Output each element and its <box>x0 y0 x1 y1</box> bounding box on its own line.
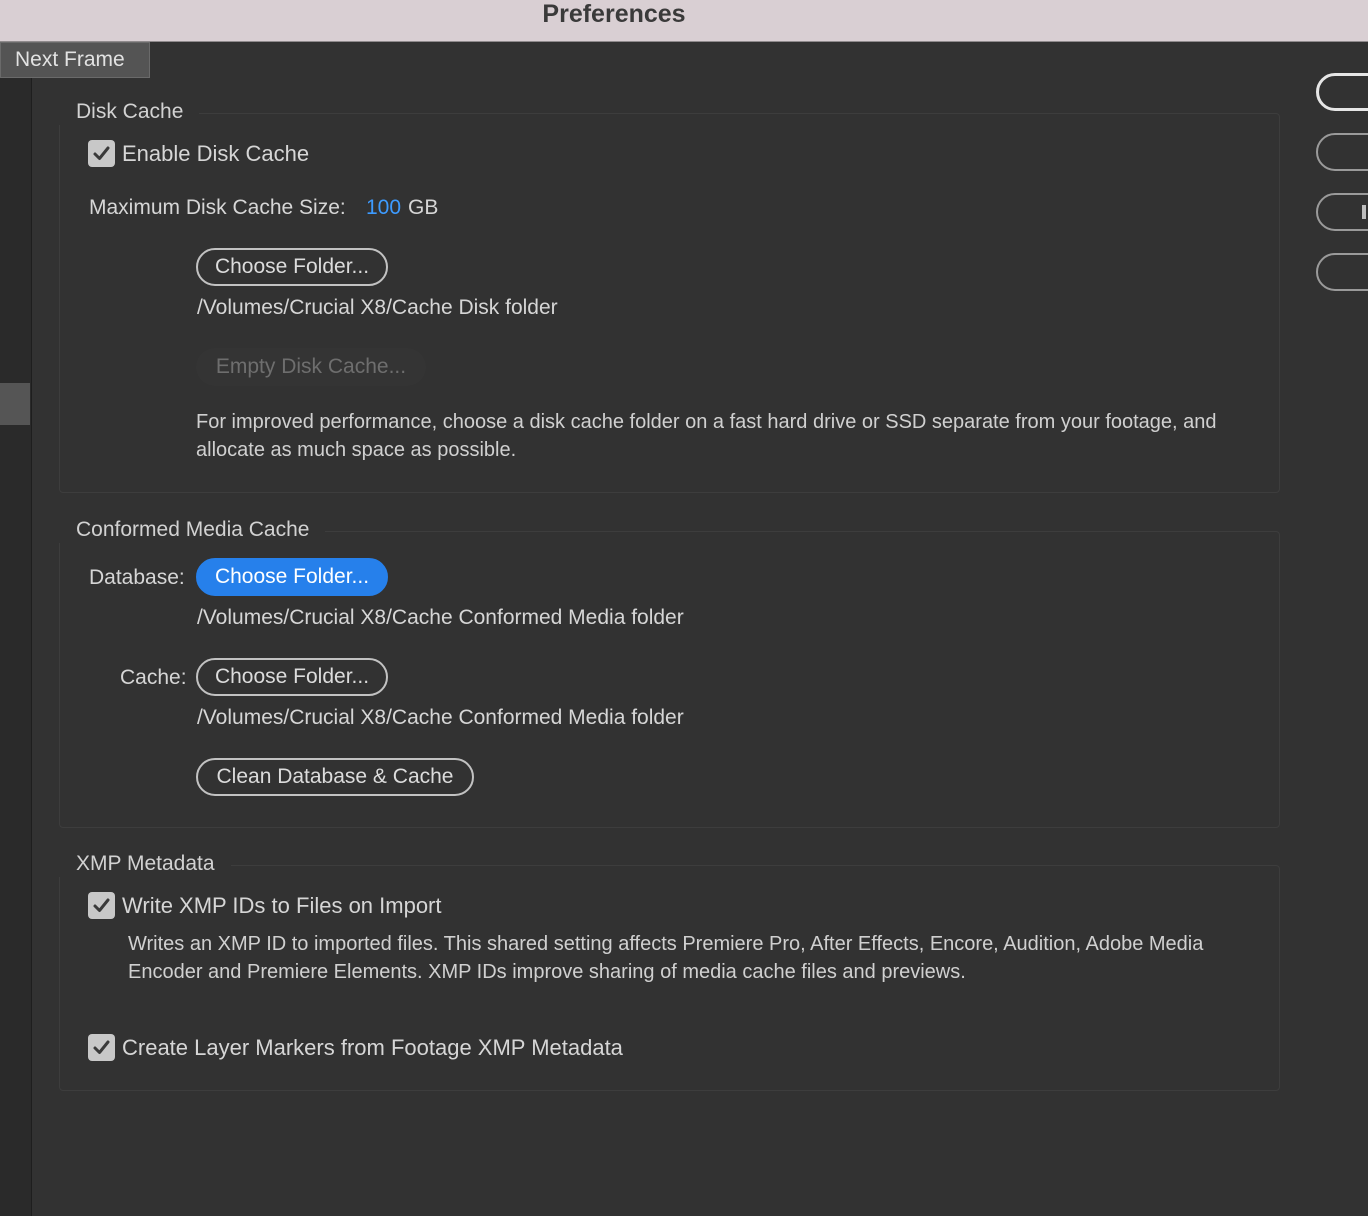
checkmark-icon <box>93 898 110 912</box>
disk-cache-help-line-2: allocate as much space as possible. <box>196 439 517 461</box>
tooltip: Next Frame <box>0 42 150 78</box>
max-disk-cache-size-label: Maximum Disk Cache Size: <box>89 196 346 219</box>
cache-choose-folder-button[interactable]: Choose Folder... <box>196 658 388 696</box>
create-layer-markers-label[interactable]: Create Layer Markers from Footage XMP Me… <box>122 1035 623 1061</box>
cancel-button[interactable] <box>1316 133 1368 171</box>
enable-disk-cache-checkbox[interactable] <box>88 140 115 167</box>
database-choose-folder-button[interactable]: Choose Folder... <box>196 558 388 596</box>
previous-button-glyph <box>1362 205 1366 219</box>
database-folder-path: /Volumes/Crucial X8/Cache Conformed Medi… <box>197 606 684 629</box>
conformed-media-cache-section-label: Conformed Media Cache <box>59 517 326 543</box>
category-sidebar[interactable] <box>0 42 32 1216</box>
write-xmp-ids-label[interactable]: Write XMP IDs to Files on Import <box>122 893 442 919</box>
title-bar: Preferences <box>0 0 1368 42</box>
write-xmp-ids-checkbox[interactable] <box>88 892 115 919</box>
disk-cache-help-line-1: For improved performance, choose a disk … <box>196 411 1217 433</box>
max-disk-cache-size-unit: GB <box>408 196 439 219</box>
write-xmp-ids-desc-line-2: Encoder and Premiere Elements. XMP IDs i… <box>128 961 966 983</box>
window-title: Preferences <box>542 0 686 28</box>
write-xmp-ids-desc-line-1: Writes an XMP ID to imported files. This… <box>128 933 1204 955</box>
disk-cache-section-label: Disk Cache <box>59 99 200 125</box>
checkmark-icon <box>93 1040 110 1054</box>
next-button[interactable] <box>1316 253 1368 291</box>
clean-database-cache-button[interactable]: Clean Database & Cache <box>196 758 474 796</box>
database-label: Database: <box>89 566 185 589</box>
disk-cache-folder-path: /Volumes/Crucial X8/Cache Disk folder <box>197 296 558 319</box>
empty-disk-cache-button[interactable]: Empty Disk Cache... <box>196 348 426 386</box>
max-disk-cache-size-value[interactable]: 100 <box>366 195 401 221</box>
disk-cache-choose-folder-button[interactable]: Choose Folder... <box>196 248 388 286</box>
ok-button[interactable] <box>1316 73 1368 111</box>
disk-cache-help-text: For improved performance, choose a disk … <box>196 408 1266 464</box>
sidebar-selected-item[interactable] <box>0 383 30 425</box>
create-layer-markers-checkbox[interactable] <box>88 1034 115 1061</box>
cache-label: Cache: <box>120 666 187 689</box>
checkmark-icon <box>93 146 110 160</box>
write-xmp-ids-description: Writes an XMP ID to imported files. This… <box>128 930 1258 986</box>
previous-button[interactable] <box>1316 193 1368 231</box>
xmp-metadata-section-label: XMP Metadata <box>59 851 231 877</box>
enable-disk-cache-label[interactable]: Enable Disk Cache <box>122 141 309 167</box>
cache-folder-path: /Volumes/Crucial X8/Cache Conformed Medi… <box>197 706 684 729</box>
